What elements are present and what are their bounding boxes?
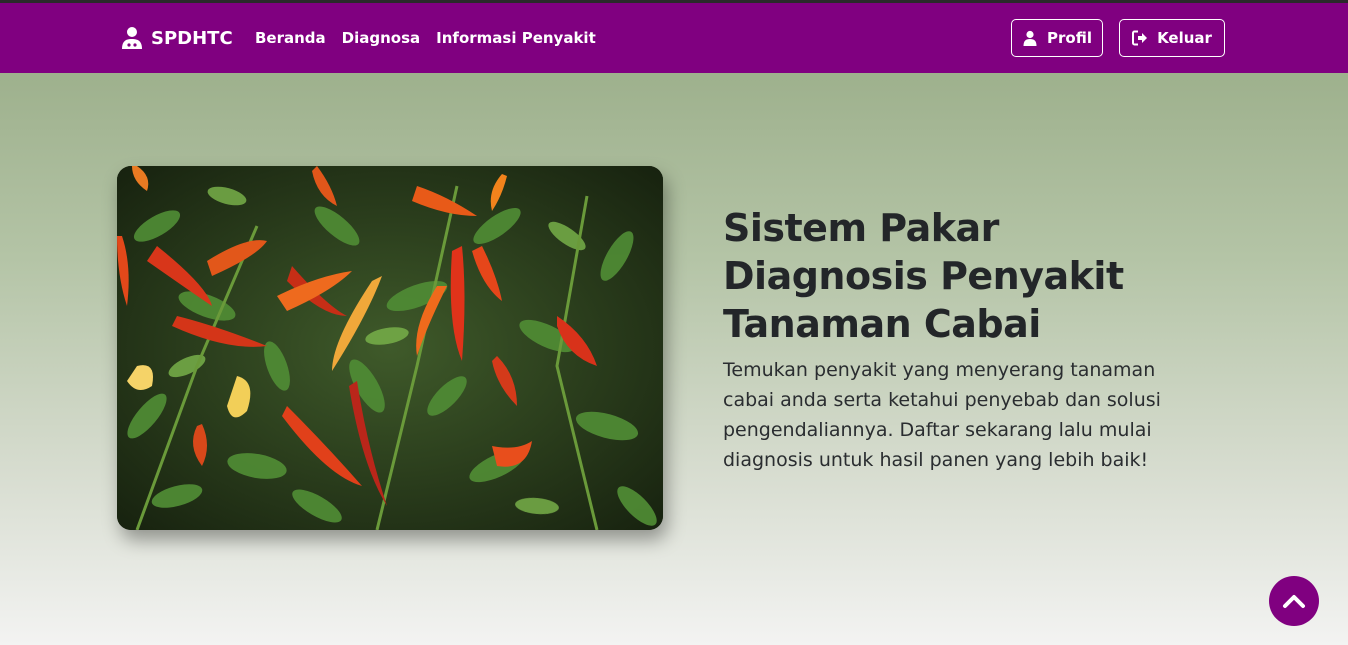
chevron-up-icon (1283, 595, 1305, 608)
hero-title: Sistem Pakar Diagnosis Penyakit Tanaman … (723, 206, 1124, 346)
chili-plant-photo (117, 166, 663, 530)
brand-name: SPDHTC (151, 27, 233, 49)
nav-link-diagnosa[interactable]: Diagnosa (342, 29, 421, 47)
scroll-to-top-button[interactable] (1269, 576, 1319, 626)
profile-button-label: Profil (1047, 29, 1092, 47)
hero-description: Temukan penyakit yang menyerang tanaman … (723, 359, 1161, 471)
sign-out-icon (1132, 30, 1148, 46)
nav-links: Beranda Diagnosa Informasi Penyakit (255, 3, 596, 73)
navbar: SPDHTC Beranda Diagnosa Informasi Penyak… (0, 3, 1348, 73)
brand[interactable]: SPDHTC (121, 3, 233, 73)
logout-button-label: Keluar (1157, 29, 1212, 47)
chili-plant-image (117, 166, 663, 530)
profile-button[interactable]: Profil (1011, 19, 1103, 57)
logout-button[interactable]: Keluar (1119, 19, 1225, 57)
nav-link-informasi-penyakit[interactable]: Informasi Penyakit (436, 29, 596, 47)
nav-link-beranda[interactable]: Beranda (255, 29, 326, 47)
doctor-user-icon (122, 27, 142, 49)
user-icon (1023, 30, 1037, 46)
